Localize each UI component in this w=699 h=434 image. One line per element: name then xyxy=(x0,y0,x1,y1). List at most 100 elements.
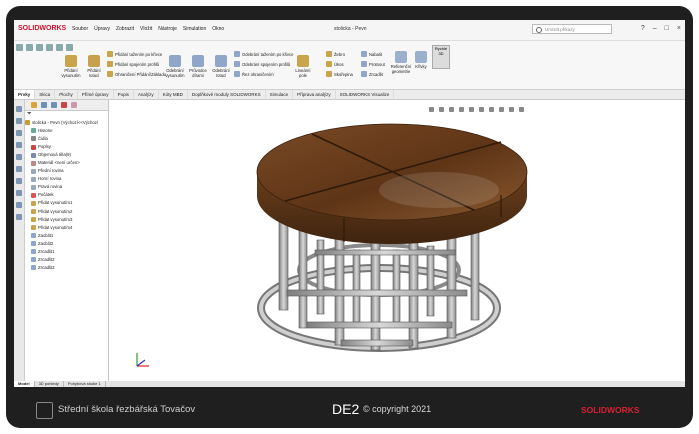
tree-item[interactable]: Počátek xyxy=(25,191,108,199)
tree-item[interactable]: Zaoblit1 xyxy=(25,232,108,240)
extrude-boss-button[interactable]: Přidání vysunutím xyxy=(60,55,82,78)
tab-mbd[interactable]: Kóty MBD xyxy=(159,90,188,99)
hole-wizard-button[interactable]: Průvodce dírami xyxy=(187,55,209,78)
menu-vlozit[interactable]: Vložit xyxy=(140,26,152,32)
tab-simulation[interactable]: Simulace xyxy=(266,90,294,99)
tree-item[interactable]: Poplsy xyxy=(25,143,108,151)
tool-icon[interactable] xyxy=(16,130,22,136)
new-icon[interactable] xyxy=(16,44,23,51)
graphics-area[interactable] xyxy=(109,100,685,381)
tool-icon[interactable] xyxy=(16,166,22,172)
sweep-cut-label: Odebrání tažením po křivce xyxy=(242,51,294,57)
tree-item-label: Zrcadlit2 xyxy=(38,256,55,262)
tab-sketch[interactable]: Skica xyxy=(35,90,56,99)
tree-item[interactable]: Přidat vysunutím4 xyxy=(25,224,108,232)
tab-motion-study[interactable]: Pohybová studie 1 xyxy=(64,381,106,387)
maximize-button[interactable]: □ xyxy=(665,25,669,32)
undo-icon[interactable] xyxy=(56,44,63,51)
config-tab-icon[interactable] xyxy=(51,102,57,108)
curves-label: Křivky xyxy=(415,64,427,69)
reference-geometry-button[interactable]: Referenční geometrie xyxy=(390,51,412,74)
menu-simulation[interactable]: Simulation xyxy=(183,26,206,32)
save-icon[interactable] xyxy=(36,44,43,51)
extrude-cut-button[interactable]: Odebrání vysunutím xyxy=(164,55,186,78)
tree-item[interactable]: stolicka - Pevn (Výchozí<<Výchozí xyxy=(25,119,108,127)
open-icon[interactable] xyxy=(26,44,33,51)
sweep-cut-button[interactable]: Odebrání tažením po křivce xyxy=(234,51,293,57)
tool-icon[interactable] xyxy=(16,106,22,112)
tree-item[interactable]: Pravá rovina xyxy=(25,183,108,191)
wrap-button[interactable]: Nabalit xyxy=(361,51,382,57)
tab-features[interactable]: Prvky xyxy=(14,90,36,99)
tree-item[interactable]: Objemová těla(9) xyxy=(25,151,108,159)
revolve-cut-button[interactable]: Odebrání rotací xyxy=(210,55,232,78)
shell-button[interactable]: Skořepina xyxy=(326,71,353,77)
menu-upravy[interactable]: Úpravy xyxy=(94,26,110,32)
intersect-button[interactable]: Protnout xyxy=(361,61,385,67)
options-icon[interactable] xyxy=(66,44,73,51)
tree-item[interactable]: Zaoblit2 xyxy=(25,240,108,248)
tree-item[interactable]: Zrcadlit1 xyxy=(25,248,108,256)
tree-item[interactable]: Historie xyxy=(25,127,108,135)
tool-icon[interactable] xyxy=(16,202,22,208)
close-button[interactable]: × xyxy=(677,25,681,32)
mirror-icon xyxy=(361,71,367,77)
tree-item-label: Zrcadlit1 xyxy=(38,248,55,254)
tree-item[interactable]: Přidat vysunutím3 xyxy=(25,216,108,224)
linear-pattern-button[interactable]: Lineární pole xyxy=(292,55,314,78)
boundary-cut-button[interactable]: Řez ohraničením xyxy=(234,71,274,77)
tree-item[interactable]: Zrcadlit2 xyxy=(25,256,108,264)
tree-item[interactable]: Materiál <není určen> xyxy=(25,159,108,167)
tool-icon[interactable] xyxy=(16,154,22,160)
tab-analysis-prep[interactable]: Příprava analýzy xyxy=(293,90,336,99)
extrude-boss-label: Přidání vysunutím xyxy=(61,68,81,78)
tab-surfaces[interactable]: Plochy xyxy=(55,90,78,99)
print-icon[interactable] xyxy=(46,44,53,51)
command-search[interactable]: Umístit příkazy xyxy=(532,24,612,34)
tree-item[interactable]: Přidat vysunutím1 xyxy=(25,199,108,207)
feature-tree-tab-icon[interactable] xyxy=(31,102,37,108)
rib-button[interactable]: Žebro xyxy=(326,51,345,57)
tree-item[interactable]: Zrcadlit3 xyxy=(25,264,108,272)
search-icon xyxy=(536,27,542,33)
tree-item[interactable]: Horní rovina xyxy=(25,175,108,183)
tool-icon[interactable] xyxy=(16,118,22,124)
tab-model[interactable]: Model xyxy=(14,381,35,387)
origin-icon xyxy=(31,192,36,198)
loft-boss-button[interactable]: Přidání spojením profilů xyxy=(107,61,159,67)
draft-button[interactable]: Úkos xyxy=(326,61,344,67)
boundary-boss-button[interactable]: Ohraničení Přidání/Základu xyxy=(107,71,166,77)
menu-nastroje[interactable]: Nástroje xyxy=(158,26,177,32)
tab-direct-edit[interactable]: Přímé úpravy xyxy=(78,90,114,99)
sweep-boss-label: Přidání tažením po křivce xyxy=(115,51,163,57)
tool-icon[interactable] xyxy=(16,178,22,184)
display-tab-icon[interactable] xyxy=(71,102,77,108)
loft-cut-button[interactable]: Odebrání spojením profilů xyxy=(234,61,290,67)
tool-icon[interactable] xyxy=(16,142,22,148)
dimxpert-tab-icon[interactable] xyxy=(61,102,67,108)
tab-markup[interactable]: Popis xyxy=(114,90,134,99)
tool-icon[interactable] xyxy=(16,190,22,196)
mirror-button[interactable]: Zrcadlit xyxy=(361,71,383,77)
solidworks-logo: SOLIDWORKS xyxy=(18,25,67,32)
tool-icon[interactable] xyxy=(16,214,22,220)
revolve-boss-button[interactable]: Přidání rotací xyxy=(83,55,105,78)
property-tab-icon[interactable] xyxy=(41,102,47,108)
help-icon[interactable]: ? xyxy=(641,25,645,32)
menu-soubor[interactable]: Soubor xyxy=(72,26,88,32)
tab-3d-views[interactable]: 3D pohledy xyxy=(35,381,64,387)
tree-item[interactable]: Čidla xyxy=(25,135,108,143)
menu-zobrazit[interactable]: Zobrazit xyxy=(116,26,134,32)
curves-button[interactable]: Křivky xyxy=(410,51,432,69)
tab-visualize[interactable]: SOLIDWORKS Visualize xyxy=(336,90,395,99)
sweep-boss-button[interactable]: Přidání tažením po křivce xyxy=(107,51,162,57)
tab-addins[interactable]: Doplňkové moduly SOLIDWORKS xyxy=(188,90,266,99)
menu-okno[interactable]: Okno xyxy=(212,26,224,32)
tab-evaluate[interactable]: Analýzy xyxy=(134,90,159,99)
tree-item[interactable]: Přidat vysunutím2 xyxy=(25,208,108,216)
tree-item-label: stolicka - Pevn (Výchozí<<Výchozí xyxy=(32,120,99,125)
filter-icon[interactable]: ⏷ xyxy=(25,111,108,119)
minimize-button[interactable]: – xyxy=(653,25,657,32)
tree-item[interactable]: Přední rovina xyxy=(25,167,108,175)
instant3d-button[interactable]: Rychlé 3D xyxy=(432,45,450,69)
